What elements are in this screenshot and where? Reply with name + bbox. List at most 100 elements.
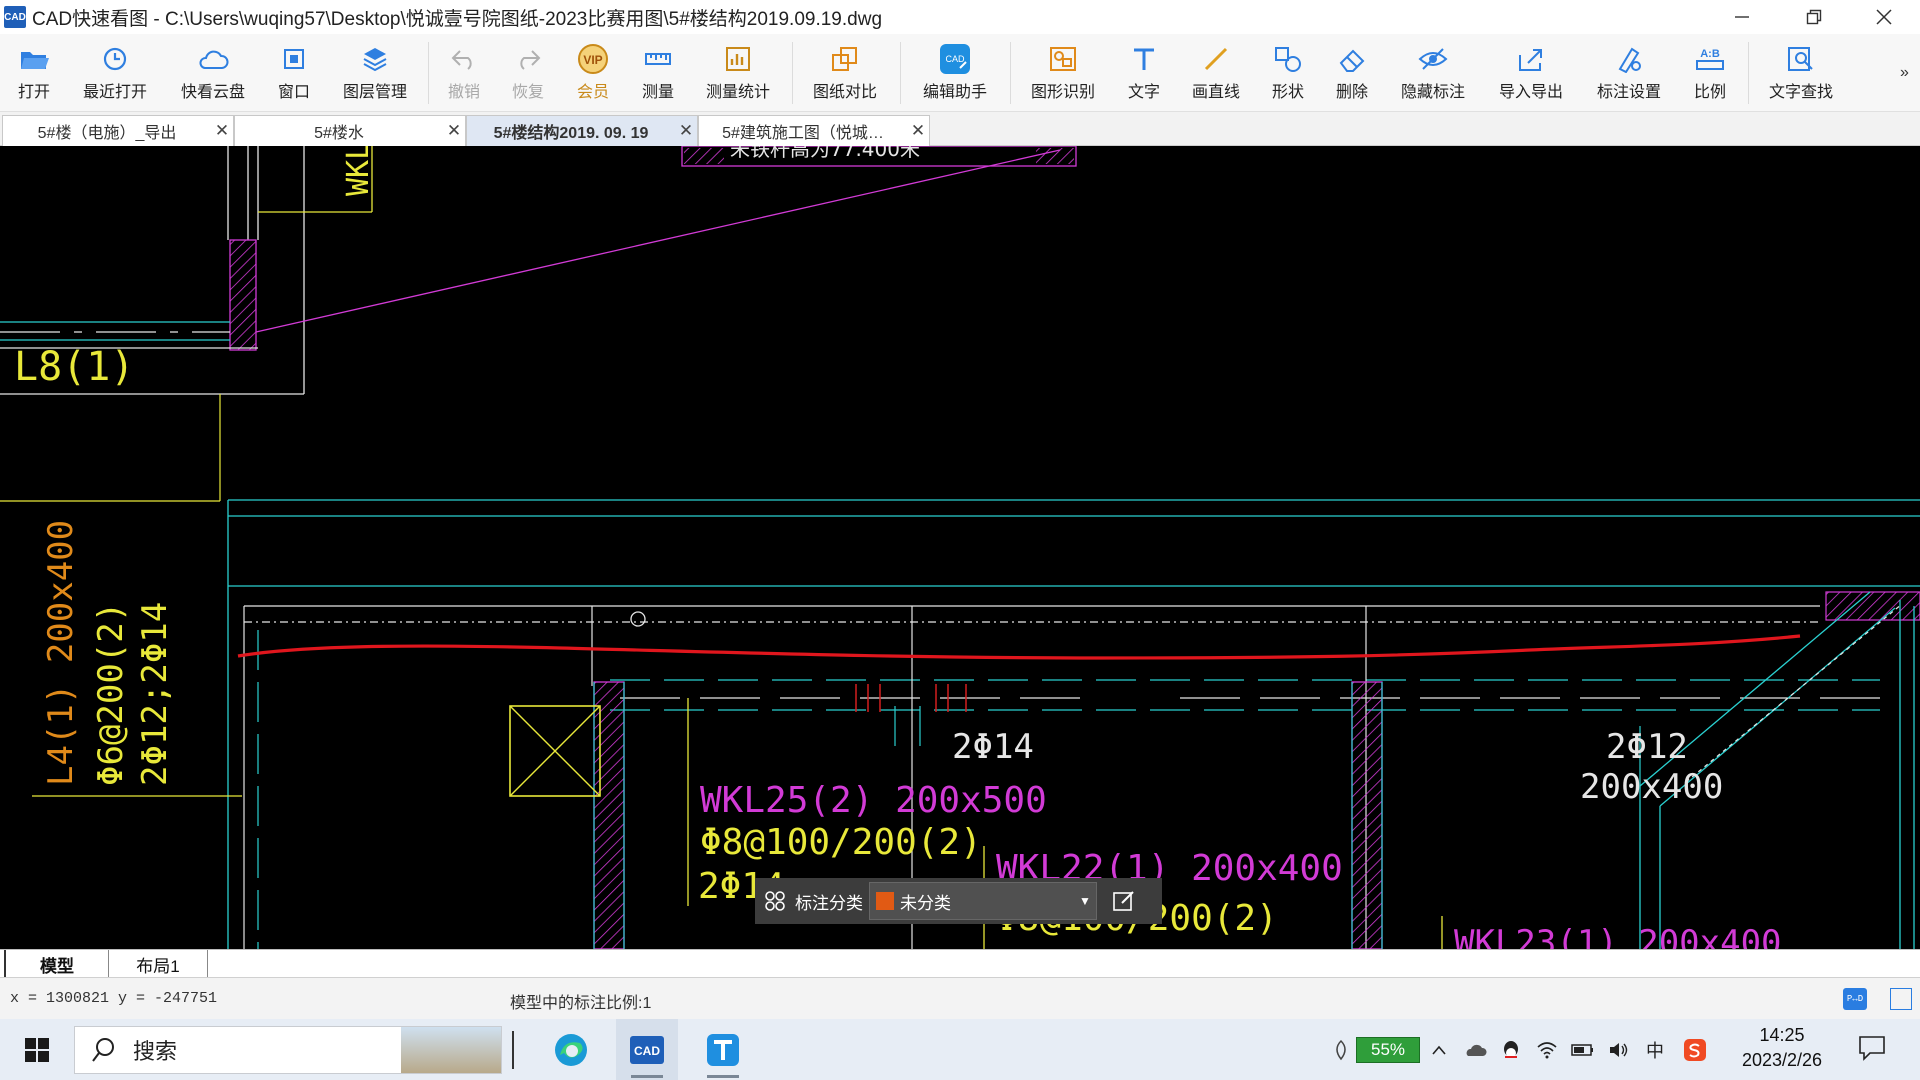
- hide-annotation-label: 隐藏标注: [1400, 84, 1465, 101]
- undo-button[interactable]: 撤销: [438, 42, 490, 108]
- tab-water[interactable]: 5#楼水 ✕: [234, 115, 466, 146]
- edit-assistant-icon: CAD: [938, 42, 972, 76]
- text-button[interactable]: 文字: [1118, 42, 1170, 108]
- notification-icon[interactable]: [1858, 1035, 1888, 1063]
- title-bar: CAD CAD快速看图 - C:\Users\wuqing57\Desktop\…: [0, 0, 1920, 34]
- measure-button[interactable]: 测量: [632, 42, 684, 108]
- window-title: CAD快速看图 - C:\Users\wuqing57\Desktop\悦诚壹号…: [32, 8, 883, 30]
- label-wkl25: WKL25(2) 200x500: [700, 780, 1047, 821]
- text-icon: [1127, 42, 1161, 76]
- search-icon: [92, 1038, 114, 1062]
- tab-structure[interactable]: 5#楼结构2019. 09. 19 ✕: [466, 115, 698, 146]
- system-clock[interactable]: 14:25 2023/2/26: [1722, 1025, 1842, 1071]
- draw-line-button[interactable]: 画直线: [1182, 42, 1250, 108]
- volume-icon[interactable]: [1606, 1038, 1632, 1062]
- delete-button[interactable]: 删除: [1326, 42, 1378, 108]
- tab-label: 5#楼结构2019. 09. 19: [493, 125, 649, 142]
- app-logo-icon: CAD: [4, 6, 26, 28]
- scale-button[interactable]: A:B 比例: [1684, 42, 1736, 108]
- leaf-icon[interactable]: [1328, 1038, 1354, 1062]
- hide-annotation-button[interactable]: 隐藏标注: [1390, 42, 1476, 108]
- measure-stats-button[interactable]: 测量统计: [698, 42, 778, 108]
- tab-model[interactable]: 模型: [4, 950, 108, 978]
- cloud-drive-button[interactable]: 快看云盘: [168, 42, 258, 108]
- edge-icon[interactable]: [540, 1019, 602, 1080]
- recent-open-label: 最近打开: [82, 84, 147, 101]
- top-cut-text: 未铁杆高为77.400米: [730, 146, 920, 161]
- open-button[interactable]: 打开: [2, 42, 66, 108]
- vip-button[interactable]: VIP 会员: [566, 42, 620, 108]
- compare-label: 图纸对比: [812, 84, 877, 101]
- text-search-icon: [1784, 42, 1818, 76]
- shape-recognize-icon: [1046, 42, 1080, 76]
- compare-icon: [828, 42, 862, 76]
- cad-app-icon[interactable]: CAD: [616, 1019, 678, 1080]
- chevron-up-icon[interactable]: [1426, 1038, 1452, 1062]
- label-wkl-top: WKL: [341, 146, 376, 196]
- compare-button[interactable]: 图纸对比: [802, 42, 888, 108]
- top-center-element: 未铁杆高为77.400米: [255, 146, 1077, 333]
- onedrive-cloud-icon[interactable]: [1462, 1038, 1488, 1062]
- shape-icon: [1271, 42, 1305, 76]
- wifi-icon[interactable]: [1534, 1038, 1560, 1062]
- annotation-settings-label: 标注设置: [1596, 84, 1661, 101]
- redo-button[interactable]: 恢复: [502, 42, 554, 108]
- minimize-button[interactable]: [1706, 0, 1778, 34]
- comment-icon[interactable]: [1890, 988, 1912, 1010]
- tab-close-icon[interactable]: ✕: [675, 121, 697, 141]
- tab-label: 5#建筑施工图（悦城…: [722, 125, 884, 142]
- drawing-canvas[interactable]: 未铁杆高为77.400米 L8(1) WKL L4(1) 200x400 Φ6@…: [0, 146, 1920, 949]
- line-icon: [1199, 42, 1233, 76]
- import-export-button[interactable]: 导入导出: [1488, 42, 1574, 108]
- shape-recognize-label: 图形识别: [1030, 84, 1095, 101]
- edit-icon[interactable]: [1097, 878, 1151, 924]
- close-window-button[interactable]: [1848, 0, 1920, 34]
- measure-stats-label: 测量统计: [705, 84, 770, 101]
- pd-switch-button[interactable]: P↔D: [1843, 988, 1867, 1010]
- red-markup-line[interactable]: [237, 634, 1801, 660]
- text-search-button[interactable]: 文字查找: [1758, 42, 1844, 108]
- vip-label: 会员: [576, 84, 609, 101]
- battery-indicator[interactable]: 55%: [1356, 1037, 1420, 1063]
- taskbar-search[interactable]: 搜索: [74, 1026, 502, 1074]
- text-app-icon[interactable]: [692, 1019, 754, 1080]
- shape-recognize-button[interactable]: 图形识别: [1020, 42, 1106, 108]
- tab-layout1[interactable]: 布局1: [108, 950, 208, 978]
- delete-label: 删除: [1335, 84, 1368, 101]
- cloud-icon: [196, 42, 230, 76]
- layer-manager-button[interactable]: 图层管理: [332, 42, 418, 108]
- clock-time: 14:25: [1759, 1025, 1805, 1045]
- annotation-category-select[interactable]: 未分类 ▼: [869, 882, 1097, 920]
- annotation-settings-button[interactable]: 标注设置: [1586, 42, 1672, 108]
- window-button[interactable]: 窗口: [266, 42, 322, 108]
- tab-electrical[interactable]: 5#楼（电施）_导出 ✕: [2, 115, 234, 146]
- tab-close-icon[interactable]: ✕: [443, 121, 465, 141]
- close-icon: [1876, 9, 1892, 25]
- tab-close-icon[interactable]: ✕: [907, 121, 929, 141]
- toolbar-more-button[interactable]: »: [1900, 64, 1909, 82]
- windows-logo-icon: [25, 1037, 49, 1062]
- tab-architecture[interactable]: 5#建筑施工图（悦城… ✕: [698, 115, 930, 146]
- label-l4-line1: L4(1) 200x400: [41, 520, 81, 786]
- minimize-icon: [1735, 16, 1749, 18]
- qq-penguin-icon[interactable]: [1498, 1038, 1524, 1062]
- svg-text:CAD: CAD: [634, 1044, 660, 1058]
- ime-indicator[interactable]: 中: [1642, 1038, 1668, 1062]
- shape-button[interactable]: 形状: [1262, 42, 1314, 108]
- sogou-icon[interactable]: [1682, 1038, 1708, 1062]
- windows-taskbar: 搜索 CAD 55% 中 14:25 2023/2/26: [0, 1019, 1920, 1080]
- grid-icon[interactable]: [755, 878, 795, 924]
- recent-open-button[interactable]: 最近打开: [72, 42, 158, 108]
- annotation-scale-info: 模型中的标注比例:1: [510, 995, 652, 1012]
- edit-assistant-button[interactable]: CAD 编辑助手: [910, 42, 1000, 108]
- tab-close-icon[interactable]: ✕: [211, 121, 233, 141]
- opening-box: [509, 705, 601, 797]
- restore-button[interactable]: [1778, 0, 1850, 34]
- start-button[interactable]: [10, 1019, 64, 1080]
- battery-icon[interactable]: [1570, 1038, 1596, 1062]
- cursor-coordinates: x = 1300821 y = -247751: [10, 990, 218, 1007]
- taskbar-divider: [512, 1031, 514, 1069]
- annotation-category-label: 标注分类: [795, 893, 863, 913]
- search-placeholder: 搜索: [133, 1039, 178, 1064]
- layers-icon: [358, 42, 392, 76]
